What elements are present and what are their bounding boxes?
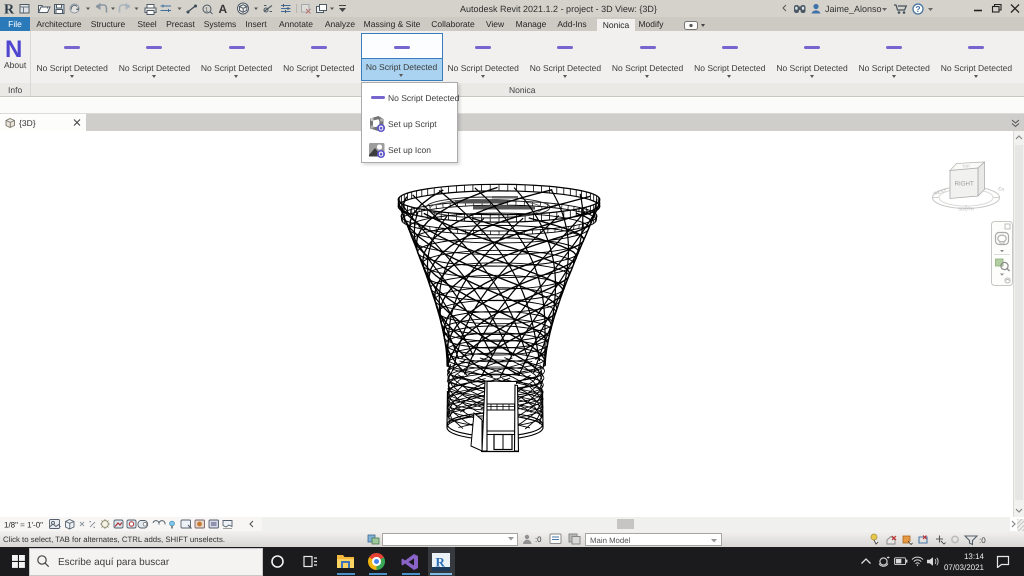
svg-text::0: :0 [979, 536, 986, 545]
svg-text:TOP: TOP [962, 165, 970, 169]
svg-text:?: ? [915, 4, 920, 14]
svg-text:A: A [219, 2, 228, 16]
svg-text:N: N [5, 36, 22, 63]
svg-text:About: About [4, 60, 27, 70]
svg-text:RIGHT: RIGHT [955, 181, 974, 188]
svg-text:R: R [436, 555, 446, 570]
svg-text:R: R [4, 3, 15, 17]
svg-text:Jaime_Alonso: Jaime_Alonso [825, 4, 882, 14]
svg-text:1/8" = 1'-0": 1/8" = 1'-0" [4, 521, 43, 530]
svg-text:EA: EA [998, 186, 1005, 192]
svg-text:{3D}: {3D} [19, 118, 36, 128]
svg-text:SOUTH: SOUTH [958, 207, 974, 212]
